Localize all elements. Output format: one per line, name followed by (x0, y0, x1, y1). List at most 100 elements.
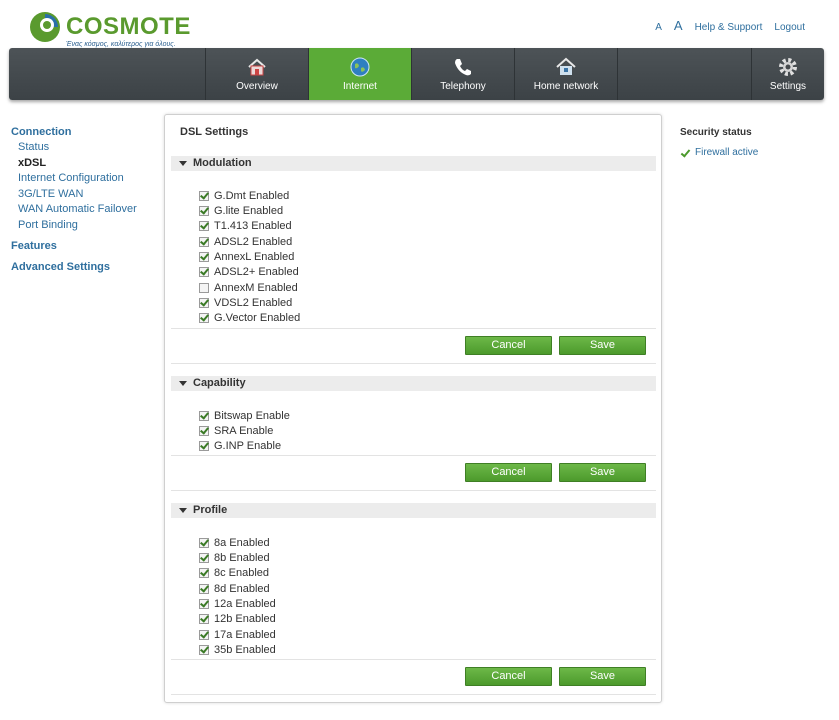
sidebar-connection[interactable]: Connection (11, 125, 161, 140)
sidebar-item-wan-failover[interactable]: WAN Automatic Failover (11, 202, 161, 218)
capability-cancel-button[interactable]: Cancel (465, 463, 552, 482)
sidebar-item-internet-configuration[interactable]: Internet Configuration (11, 171, 161, 187)
checkbox[interactable] (199, 190, 209, 201)
section-profile-title: Profile (193, 504, 228, 516)
checkbox[interactable] (199, 251, 209, 262)
checkbox[interactable] (199, 552, 209, 563)
modulation-option[interactable]: ADSL2+ Enabled (199, 265, 299, 280)
option-label: VDSL2 Enabled (214, 296, 293, 309)
sidebar-item-3g-lte-wan[interactable]: 3G/LTE WAN (11, 187, 161, 203)
nav-overview[interactable]: Overview (205, 48, 308, 100)
modulation-option[interactable]: AnnexM Enabled (199, 280, 298, 295)
section-profile-header[interactable]: Profile (171, 503, 656, 518)
profile-option[interactable]: 8a Enabled (199, 535, 270, 550)
profile-option[interactable]: 35b Enabled (199, 642, 276, 657)
section-capability-header[interactable]: Capability (171, 376, 656, 391)
profile-option[interactable]: 8c Enabled (199, 566, 269, 581)
nav-home-network[interactable]: Home network (514, 48, 617, 100)
checkbox[interactable] (199, 221, 209, 232)
checkbox[interactable] (199, 267, 209, 278)
nav-telephony[interactable]: Telephony (411, 48, 514, 100)
profile-option[interactable]: 8b Enabled (199, 550, 270, 565)
profile-cancel-button[interactable]: Cancel (465, 667, 552, 686)
nav-internet[interactable]: Internet (308, 48, 411, 100)
nav-internet-label: Internet (343, 81, 377, 92)
sidebar-item-status[interactable]: Status (11, 140, 161, 156)
nav-overview-label: Overview (236, 81, 278, 92)
phone-icon (455, 59, 471, 76)
help-support-link[interactable]: Help & Support (695, 22, 763, 33)
profile-option[interactable]: 12b Enabled (199, 612, 276, 627)
sidebar-features[interactable]: Features (11, 239, 161, 254)
profile-save-button[interactable]: Save (559, 667, 646, 686)
option-label: G.Vector Enabled (214, 312, 301, 325)
modulation-option[interactable]: G.Dmt Enabled (199, 188, 289, 203)
modulation-cancel-button[interactable]: Cancel (465, 336, 552, 355)
checkbox[interactable] (199, 568, 209, 579)
collapse-arrow-icon (179, 508, 187, 513)
checkbox[interactable] (199, 282, 209, 293)
option-label: 8c Enabled (214, 567, 270, 580)
checkbox[interactable] (199, 537, 209, 548)
profile-option[interactable]: 17a Enabled (199, 627, 276, 642)
font-increase-link[interactable]: A (674, 18, 683, 33)
logout-link[interactable]: Logout (774, 22, 805, 33)
option-label: T1.413 Enabled (214, 220, 292, 233)
sidebar-advanced-settings[interactable]: Advanced Settings (11, 260, 161, 275)
profile-option[interactable]: 12a Enabled (199, 596, 276, 611)
checkbox[interactable] (199, 313, 209, 324)
section-modulation-title: Modulation (193, 157, 252, 169)
section-capability-title: Capability (193, 377, 246, 389)
nav-settings[interactable]: Settings (751, 48, 824, 100)
modulation-option[interactable]: ADSL2 Enabled (199, 234, 292, 249)
sidebar-item-xdsl[interactable]: xDSL (11, 156, 161, 172)
modulation-option[interactable]: VDSL2 Enabled (199, 295, 292, 310)
divider (171, 455, 656, 456)
cosmote-logo-icon (30, 12, 60, 42)
capability-option[interactable]: G.INP Enable (199, 439, 281, 454)
nav-home-network-label: Home network (533, 81, 599, 92)
brand-logo[interactable]: COSMOTE Ένας κόσμος, καλύτερος για όλους… (28, 10, 190, 50)
font-decrease-link[interactable]: A (655, 22, 662, 33)
option-label: ADSL2 Enabled (214, 235, 293, 248)
option-label: SRA Enable (214, 424, 274, 437)
checkmark-icon (680, 148, 690, 158)
option-label: ADSL2+ Enabled (214, 266, 299, 279)
checkbox[interactable] (199, 410, 209, 421)
globe-icon (350, 57, 370, 77)
modulation-option[interactable]: T1.413 Enabled (199, 219, 292, 234)
collapse-arrow-icon (179, 381, 187, 386)
nav-telephony-label: Telephony (440, 81, 486, 92)
nav-spacer (617, 48, 751, 100)
section-modulation-header[interactable]: Modulation (171, 156, 656, 171)
capability-save-button[interactable]: Save (559, 463, 646, 482)
checkbox[interactable] (199, 236, 209, 247)
checkbox[interactable] (199, 629, 209, 640)
divider (171, 659, 656, 660)
checkbox[interactable] (199, 425, 209, 436)
checkbox[interactable] (199, 598, 209, 609)
checkbox[interactable] (199, 441, 209, 452)
modulation-option[interactable]: G.Vector Enabled (199, 311, 300, 326)
capability-option[interactable]: Bitswap Enable (199, 408, 290, 423)
checkbox[interactable] (199, 644, 209, 655)
option-label: 17a Enabled (214, 628, 276, 641)
modulation-save-button[interactable]: Save (559, 336, 646, 355)
checkbox[interactable] (199, 205, 209, 216)
brand-tagline: Ένας κόσμος, καλύτερος για όλους. (66, 41, 176, 48)
dsl-settings-panel: DSL Settings Modulation G.Dmt Enabled G.l… (164, 114, 662, 703)
modulation-option[interactable]: AnnexL Enabled (199, 249, 294, 264)
checkbox[interactable] (199, 583, 209, 594)
divider (171, 490, 656, 491)
checkbox[interactable] (199, 614, 209, 625)
profile-option[interactable]: 8d Enabled (199, 581, 270, 596)
sidebar-item-port-binding[interactable]: Port Binding (11, 218, 161, 234)
option-label: 35b Enabled (214, 643, 276, 656)
firewall-status: Firewall active (680, 147, 758, 158)
option-label: 8b Enabled (214, 551, 270, 564)
checkbox[interactable] (199, 297, 209, 308)
home-network-icon (556, 57, 576, 75)
gear-icon (779, 58, 797, 76)
modulation-option[interactable]: G.lite Enabled (199, 203, 283, 218)
capability-option[interactable]: SRA Enable (199, 423, 273, 438)
